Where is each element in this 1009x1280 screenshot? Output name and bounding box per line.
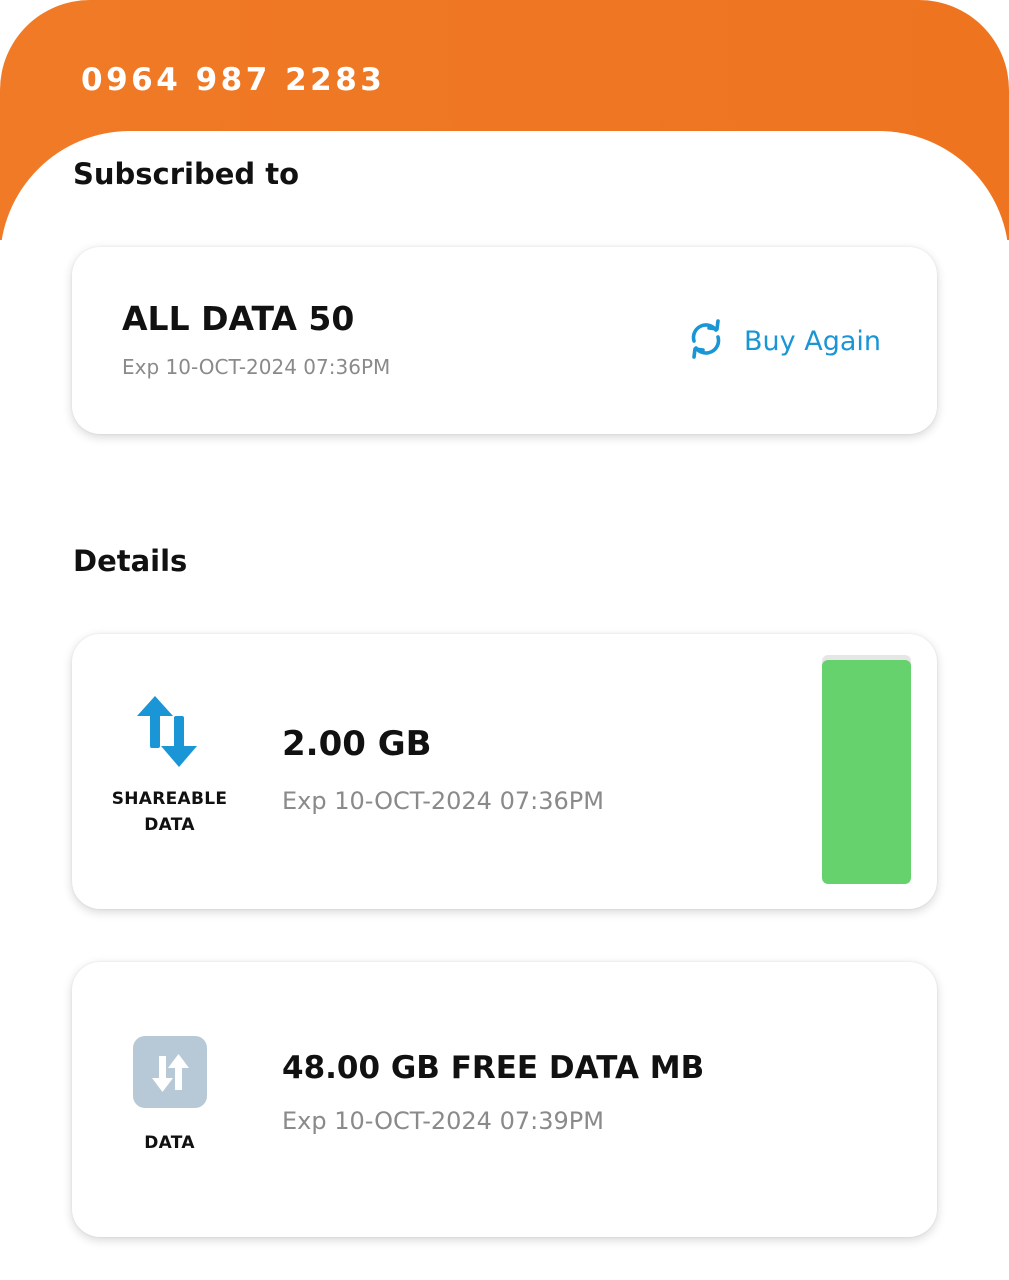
content-sheet: Subscribed to ALL DATA 50 Exp 10-OCT-202… xyxy=(0,131,1009,1280)
detail-type-data: DATA xyxy=(102,1036,237,1156)
buy-again-label: Buy Again xyxy=(744,325,881,357)
plan-expiry: Exp 10-OCT-2024 07:36PM xyxy=(122,355,391,379)
subscription-card: ALL DATA 50 Exp 10-OCT-2024 07:36PM Buy … xyxy=(72,247,937,434)
subscribed-section-title: Subscribed to xyxy=(73,157,300,191)
data-transfer-icon xyxy=(134,696,206,774)
detail-amount: 2.00 GB xyxy=(282,724,432,764)
usage-bar xyxy=(822,655,911,884)
detail-amount: 48.00 GB FREE DATA MB xyxy=(282,1050,705,1086)
buy-again-button[interactable]: Buy Again xyxy=(686,319,881,363)
phone-number: 0964 987 2283 xyxy=(81,62,386,98)
detail-card-shareable[interactable]: SHAREABLE DATA 2.00 GB Exp 10-OCT-2024 0… xyxy=(72,634,937,909)
plan-name: ALL DATA 50 xyxy=(122,299,355,338)
detail-type-shareable: SHAREABLE DATA xyxy=(102,694,237,838)
refresh-icon xyxy=(686,319,726,363)
detail-caption: SHAREABLE DATA xyxy=(102,786,237,838)
usage-bar-fill xyxy=(822,659,911,884)
detail-expiry: Exp 10-OCT-2024 07:39PM xyxy=(282,1107,604,1135)
detail-caption: DATA xyxy=(144,1133,195,1153)
details-section-title: Details xyxy=(73,544,188,578)
data-transfer-icon xyxy=(132,1036,207,1114)
caption-line: SHAREABLE xyxy=(111,789,228,809)
caption-line: DATA xyxy=(144,815,195,835)
detail-card-data[interactable]: DATA 48.00 GB FREE DATA MB Exp 10-OCT-20… xyxy=(72,962,937,1237)
detail-expiry: Exp 10-OCT-2024 07:36PM xyxy=(282,787,604,815)
